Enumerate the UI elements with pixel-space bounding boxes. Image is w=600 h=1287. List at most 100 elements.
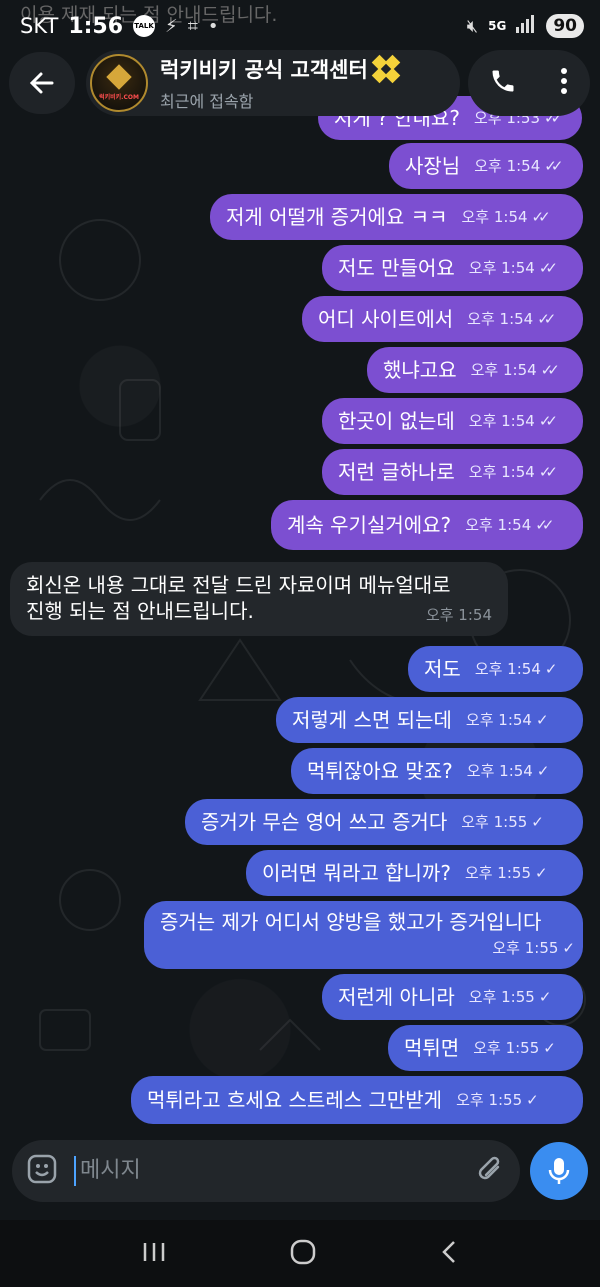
message-bubble-incoming[interactable]: 회신온 내용 그대로 전달 드린 자료이며 메뉴얼대로 진행 되는 점 안내드립… (10, 562, 508, 636)
message-time: 오후 1:54 (466, 762, 533, 780)
message-input[interactable]: 메시지 (74, 1156, 476, 1186)
double-check-icon: ✓✓ (537, 310, 556, 328)
message-time: 오후 1:55 (473, 1039, 540, 1057)
recent-apps-button[interactable] (141, 1241, 167, 1267)
mute-icon: 🔇︎ (466, 15, 479, 37)
message-time: 오후 1:54 (465, 516, 532, 534)
double-check-icon: ✓✓ (535, 516, 554, 534)
single-check-icon: ✓ (543, 1039, 555, 1057)
battery-indicator: 90 (546, 14, 584, 38)
message-composer: 메시지 (12, 1140, 520, 1202)
message-time: 오후 1:55 (461, 813, 528, 831)
emoji-button[interactable] (26, 1153, 58, 1189)
message-bubble-outgoing[interactable]: 한곳이 없는데 오후 1:54 ✓✓ (322, 398, 583, 444)
message-time: 오후 1:54 (425, 606, 492, 624)
single-check-icon: ✓ (544, 660, 557, 678)
microphone-icon (548, 1158, 570, 1184)
message-time: 오후 1:54 (461, 208, 528, 226)
phone-icon (492, 70, 514, 92)
home-button[interactable] (289, 1238, 317, 1270)
message-time: 오후 1:54 (474, 157, 541, 175)
status-bar: SKT 1:56 TALK ⚡ ⌗ • 🔇︎ 5G 90 (0, 0, 600, 52)
message-time: 오후 1:55 (456, 1091, 523, 1109)
double-check-icon: ✓✓ (538, 412, 558, 430)
message-bubble-outgoing[interactable]: 저게 어떨개 증거에요 ㅋㅋ 오후 1:54 ✓✓ (210, 194, 583, 240)
message-text-line-1: 회신온 내용 그대로 전달 드린 자료이며 메뉴얼대로 (26, 573, 451, 597)
message-time: 오후 1:54 (468, 412, 535, 430)
signal-icon (516, 14, 536, 38)
message-text: 먹튀면 (404, 1036, 460, 1060)
message-text: 했냐고요 (383, 358, 457, 382)
message-text: 저런 글하나로 (338, 460, 455, 484)
voice-message-button[interactable] (530, 1142, 588, 1200)
message-meta: 오후 1:54 ✓ (474, 656, 557, 682)
message-time: 오후 1:54 (465, 711, 532, 729)
single-check-icon: ✓ (531, 813, 543, 831)
header-actions (468, 50, 590, 116)
message-bubble-outgoing[interactable]: 저런 글하나로 오후 1:54 ✓✓ (322, 449, 583, 495)
message-text: 저런게 아니라 (338, 985, 455, 1009)
message-bubble-outgoing[interactable]: 사장님 오후 1:54 ✓✓ (389, 143, 583, 189)
screenshot-icon: ⌗ (187, 15, 198, 37)
message-bubble-outgoing[interactable]: 저도 오후 1:54 ✓ (408, 646, 583, 692)
arrow-left-icon (29, 72, 54, 94)
message-bubble-outgoing[interactable]: 이러면 뭐라고 합니까? 오후 1:55 ✓ (246, 850, 583, 896)
more-options-button[interactable] (559, 67, 569, 99)
back-button[interactable] (9, 52, 75, 114)
system-navigation-bar (0, 1220, 600, 1287)
message-bubble-outgoing[interactable]: 먹튀잖아요 맞죠? 오후 1:54 ✓ (291, 748, 583, 794)
message-text: 저도 만들어요 (338, 256, 455, 280)
single-check-icon: ✓ (538, 988, 551, 1006)
message-bubble-outgoing[interactable]: 계속 우기실거에요? 오후 1:54 ✓✓ (271, 500, 583, 550)
chat-header[interactable]: 럭키비키.COM 럭키비키 공식 고객센터 최근에 접속함 (86, 50, 460, 116)
message-bubble-outgoing[interactable]: 먹튀면 오후 1:55 ✓ (388, 1025, 583, 1071)
more-notifications-dot-icon: • (207, 15, 219, 37)
message-meta: 오후 1:54 ✓ (466, 758, 549, 784)
message-meta: 오후 1:54 ✓✓ (468, 255, 558, 281)
network-type: 5G (488, 19, 507, 33)
message-meta: 오후 1:54 ✓✓ (468, 408, 558, 434)
message-text-line-2: 진행 되는 점 안내드립니다. (26, 599, 254, 623)
single-check-icon: ✓ (526, 1091, 538, 1109)
carrier-label: SKT (20, 14, 59, 38)
double-check-icon: ✓✓ (538, 259, 558, 277)
avatar[interactable]: 럭키비키.COM (90, 54, 148, 112)
message-meta: 오후 1:54 ✓✓ (471, 357, 560, 383)
paperclip-icon (478, 1156, 500, 1180)
message-text: 한곳이 없는데 (338, 409, 455, 433)
kakaotalk-notification-icon: TALK (133, 15, 156, 37)
message-bubble-outgoing[interactable]: 증거가 무슨 영어 쓰고 증거다 오후 1:55 ✓ (185, 799, 583, 845)
message-text: 사장님 (405, 154, 461, 178)
home-circle-icon (290, 1239, 316, 1264)
message-text: 저도 (424, 657, 461, 681)
message-meta: 오후 1:54 ✓✓ (474, 153, 563, 179)
message-meta: 오후 1:54 ✓✓ (461, 204, 550, 230)
message-meta: 오후 1:55 ✓ (492, 935, 574, 961)
message-bubble-outgoing[interactable]: 어디 사이트에서 오후 1:54 ✓✓ (302, 296, 583, 342)
message-time: 오후 1:54 (468, 463, 535, 481)
message-bubble-outgoing[interactable]: 저렇게 스면 되는데 오후 1:54 ✓ (276, 697, 583, 743)
message-time: 오후 1:54 (468, 259, 535, 277)
single-check-icon: ✓ (562, 939, 574, 957)
message-time: 오후 1:54 (474, 660, 541, 678)
logo-icon (106, 63, 132, 90)
message-text: 이러면 뭐라고 합니까? (262, 861, 451, 885)
message-meta: 오후 1:54 ✓✓ (465, 512, 554, 538)
message-bubble-outgoing[interactable]: 먹튀라고 흐세요 스트레스 그만받게 오후 1:55 ✓ (131, 1076, 583, 1124)
message-time: 오후 1:55 (464, 864, 531, 882)
diamond-emoji-icon (371, 54, 402, 84)
message-bubble-outgoing[interactable]: 증거는 제가 어디서 양방을 했고가 증거입니다 오후 1:55 ✓ (144, 901, 583, 969)
app-notification-icon: ⚡ (165, 15, 178, 37)
recent-apps-icon (143, 1242, 165, 1261)
message-bubble-outgoing[interactable]: 저도 만들어요 오후 1:54 ✓✓ (322, 245, 583, 291)
message-time: 오후 1:55 (468, 988, 535, 1006)
call-button[interactable] (489, 67, 517, 99)
system-back-button[interactable] (439, 1239, 459, 1269)
sticker-smile-icon (27, 1154, 57, 1184)
message-text: 먹튀잖아요 맞죠? (307, 759, 453, 783)
message-bubble-outgoing[interactable]: 했냐고요 오후 1:54 ✓✓ (367, 347, 583, 393)
attach-button[interactable] (476, 1153, 506, 1189)
message-time: 오후 1:54 (467, 310, 534, 328)
message-bubble-outgoing[interactable]: 저런게 아니라 오후 1:55 ✓ (322, 974, 583, 1020)
message-meta: 오후 1:55 ✓ (461, 809, 543, 835)
